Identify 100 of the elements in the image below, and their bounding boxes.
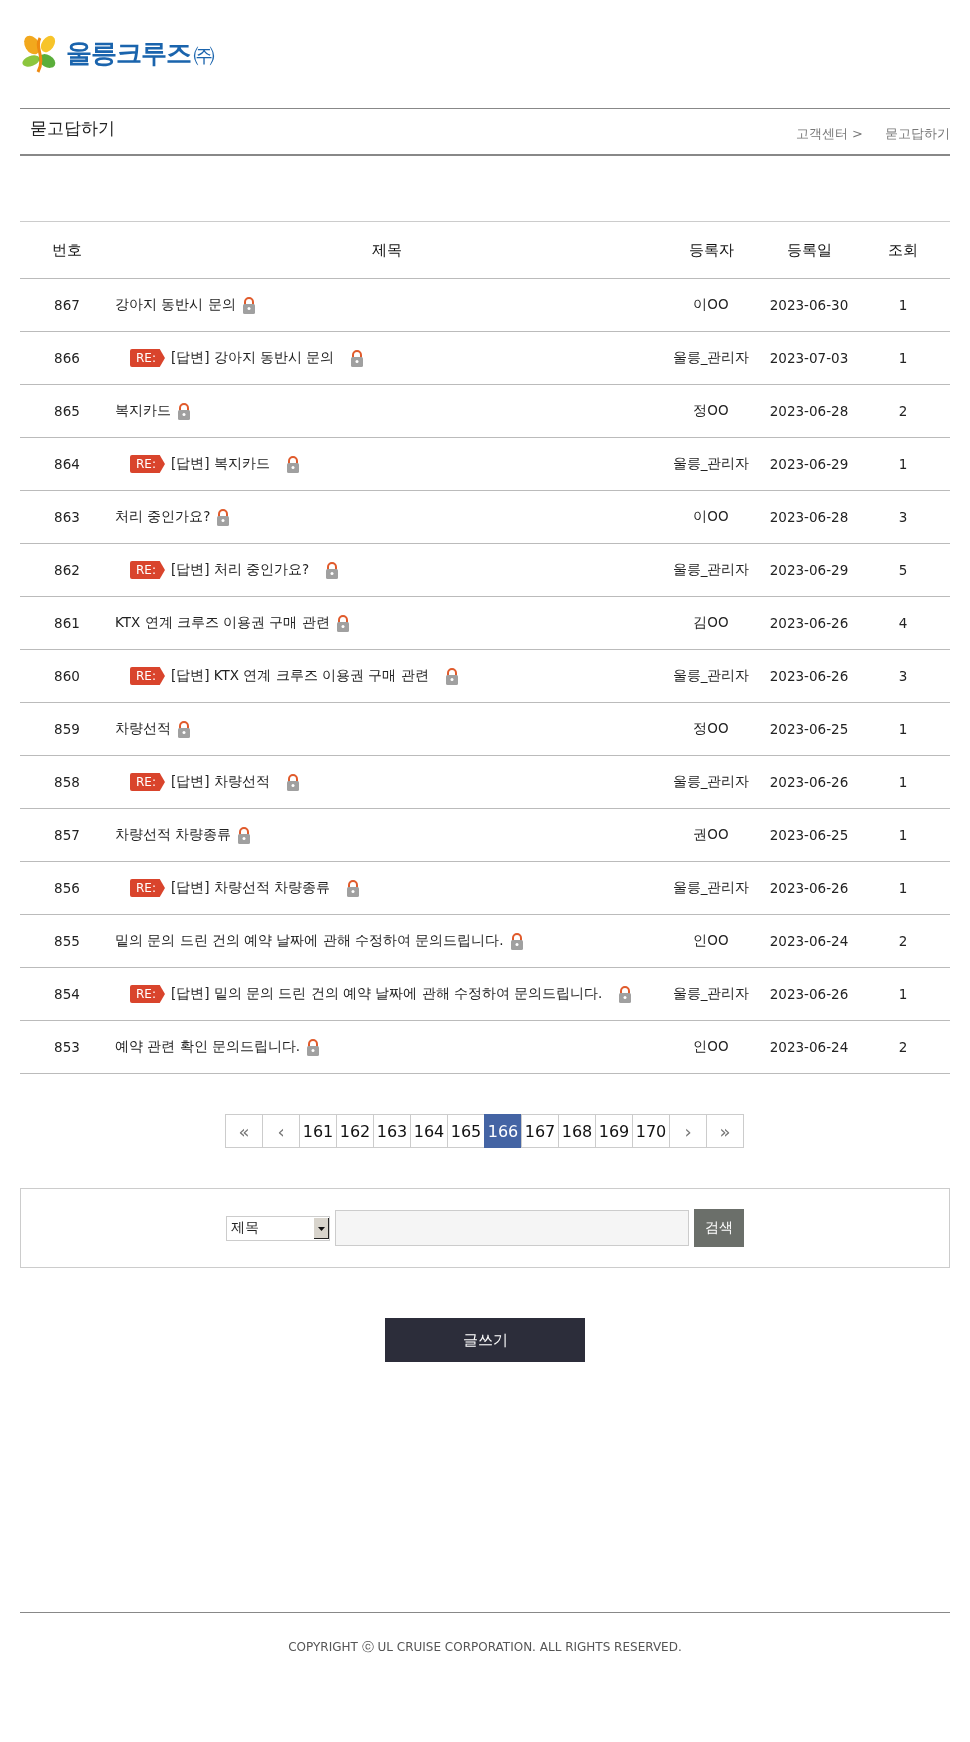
post-title-link[interactable]: [답변] KTX 연계 크루즈 이용권 구매 관련: [170, 667, 429, 685]
first-page-button[interactable]: «: [225, 1114, 263, 1148]
search-input[interactable]: [335, 1210, 689, 1246]
table-cell: 3: [856, 649, 950, 703]
post-title-link[interactable]: 차량선적 차량종류: [115, 826, 232, 844]
page-number-button[interactable]: 166: [484, 1114, 522, 1148]
table-cell: 1: [856, 755, 950, 809]
post-title-link[interactable]: 밑의 문의 드린 건의 예약 날짜에 관해 수정하여 문의드립니다.: [115, 932, 504, 950]
page-number-button[interactable]: 165: [447, 1114, 485, 1148]
copyright-text: COPYRIGHT ⓒ UL CRUISE CORPORATION. ALL RIGHTS RESERVED.: [288, 1639, 682, 1656]
post-title-link[interactable]: [답변] 처리 중인가요?: [170, 561, 310, 579]
table-cell: 865: [20, 384, 114, 438]
table-cell: 인OO: [660, 1020, 762, 1074]
table-cell: 2: [856, 914, 950, 968]
column-header: 제목: [114, 221, 660, 279]
table-cell: 853: [20, 1020, 114, 1074]
table-cell: 1: [856, 278, 950, 332]
table-cell: 861: [20, 596, 114, 650]
table-cell: 2023-07-03: [762, 331, 856, 385]
reply-badge: RE:: [130, 667, 165, 685]
table-cell: 858: [20, 755, 114, 809]
table-cell: 2023-06-26: [762, 649, 856, 703]
post-title-link[interactable]: 차량선적: [115, 720, 171, 738]
post-title-link[interactable]: KTX 연계 크루즈 이용권 구매 관련: [115, 614, 330, 632]
table-cell: 이OO: [660, 490, 762, 544]
column-header: 조회: [856, 221, 950, 279]
reply-badge: RE:: [130, 773, 165, 791]
table-cell: 860: [20, 649, 114, 703]
table-cell: 울릉_관리자: [660, 861, 762, 915]
table-cell: 2023-06-26: [762, 861, 856, 915]
table-cell: 울릉_관리자: [660, 437, 762, 491]
table-cell: 2: [856, 384, 950, 438]
table-cell: 2023-06-24: [762, 914, 856, 968]
post-title-link[interactable]: 복지카드: [115, 402, 171, 420]
reply-badge: RE:: [130, 561, 165, 579]
reply-badge: RE:: [130, 985, 165, 1003]
table-cell: 1: [856, 808, 950, 862]
post-title-link[interactable]: 강아지 동반시 문의: [115, 296, 236, 314]
column-header: 등록일: [762, 221, 856, 279]
write-button[interactable]: 글쓰기: [385, 1318, 585, 1362]
table-cell: 2023-06-28: [762, 490, 856, 544]
page-number-button[interactable]: 163: [373, 1114, 411, 1148]
page-number-button[interactable]: 170: [632, 1114, 670, 1148]
post-title-link[interactable]: 처리 중인가요?: [115, 508, 211, 526]
table-cell: 867: [20, 278, 114, 332]
table-cell: 정OO: [660, 702, 762, 756]
breadcrumb-link[interactable]: 고객센터 >: [795, 124, 863, 143]
table-cell: 울릉_관리자: [660, 755, 762, 809]
previous-page-button[interactable]: ‹: [262, 1114, 300, 1148]
table-cell: 864: [20, 437, 114, 491]
post-title-link[interactable]: [답변] 밑의 문의 드린 건의 예약 날짜에 관해 수정하여 문의드립니다.: [170, 985, 603, 1003]
table-cell: 2023-06-25: [762, 808, 856, 862]
table-cell: 3: [856, 490, 950, 544]
table-cell: 854: [20, 967, 114, 1021]
last-page-button[interactable]: »: [706, 1114, 744, 1148]
table-cell: 855: [20, 914, 114, 968]
post-title-link[interactable]: [답변] 강아지 동반시 문의: [170, 349, 335, 367]
page-number-button[interactable]: 162: [336, 1114, 374, 1148]
page-title: 묻고답하기: [30, 117, 115, 140]
table-cell: 4: [856, 596, 950, 650]
post-title-link[interactable]: 예약 관련 확인 문의드립니다.: [115, 1038, 301, 1056]
table-cell: 856: [20, 861, 114, 915]
table-cell: 2023-06-28: [762, 384, 856, 438]
table-cell: 정OO: [660, 384, 762, 438]
next-page-button[interactable]: ›: [669, 1114, 707, 1148]
table-cell: 2023-06-30: [762, 278, 856, 332]
table-cell: 863: [20, 490, 114, 544]
page-number-button[interactable]: 161: [299, 1114, 337, 1148]
post-title-link[interactable]: [답변] 차량선적: [170, 773, 270, 791]
table-cell: 2023-06-26: [762, 596, 856, 650]
table-cell: 1: [856, 967, 950, 1021]
column-header: 번호: [20, 221, 114, 279]
search-button[interactable]: 검색: [694, 1209, 744, 1247]
table-cell: 울릉_관리자: [660, 649, 762, 703]
table-cell: 인OO: [660, 914, 762, 968]
reply-badge: RE:: [130, 349, 165, 367]
table-cell: 울릉_관리자: [660, 543, 762, 597]
table-cell: 5: [856, 543, 950, 597]
table-cell: 2023-06-26: [762, 967, 856, 1021]
table-cell: 2023-06-25: [762, 702, 856, 756]
page-number-button[interactable]: 167: [521, 1114, 559, 1148]
table-cell: 857: [20, 808, 114, 862]
post-title-link[interactable]: [답변] 복지카드: [170, 455, 270, 473]
page-number-button[interactable]: 168: [558, 1114, 596, 1148]
table-cell: 1: [856, 702, 950, 756]
table-cell: 859: [20, 702, 114, 756]
post-title-link[interactable]: [답변] 차량선적 차량종류: [170, 879, 331, 897]
reply-badge: RE:: [130, 879, 165, 897]
table-cell: 862: [20, 543, 114, 597]
page-number-button[interactable]: 164: [410, 1114, 448, 1148]
table-cell: 2: [856, 1020, 950, 1074]
dropdown-arrow-icon: [314, 1217, 329, 1239]
table-cell: 2023-06-29: [762, 437, 856, 491]
table-cell: 이OO: [660, 278, 762, 332]
search-type-dropdown[interactable]: 제목: [226, 1215, 330, 1241]
table-cell: 권OO: [660, 808, 762, 862]
breadcrumb-link[interactable]: 묻고답하기: [885, 124, 950, 143]
table-cell: 2023-06-24: [762, 1020, 856, 1074]
table-cell: 1: [856, 331, 950, 385]
page-number-button[interactable]: 169: [595, 1114, 633, 1148]
